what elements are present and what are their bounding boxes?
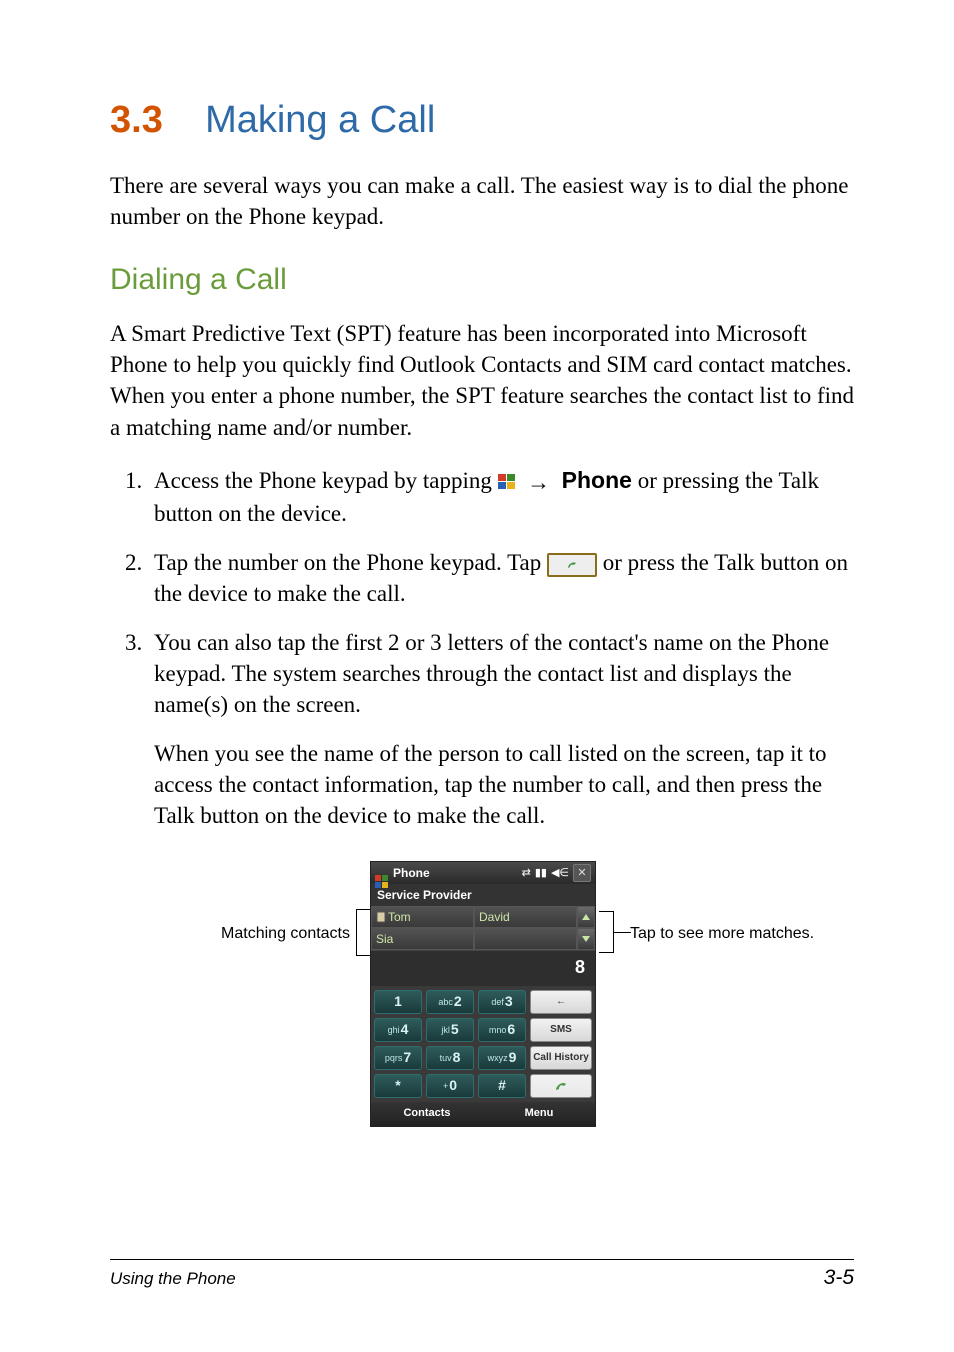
signal-icon: ▮▮ [535,866,547,881]
key-7[interactable]: pqrs7 [374,1046,422,1070]
scroll-up-button[interactable] [577,906,595,928]
key-1[interactable]: 1 [374,990,422,1014]
step-3: You can also tap the first 2 or 3 letter… [148,627,854,831]
key-2[interactable]: abc2 [426,990,474,1014]
key-9[interactable]: wxyz9 [478,1046,526,1070]
windows-start-icon [498,467,516,498]
subsection-intro: A Smart Predictive Text (SPT) feature ha… [110,318,854,442]
start-icon[interactable] [375,866,389,880]
footer-page-number: 3-5 [824,1264,854,1292]
step-1-pre: Access the Phone keypad by tapping [154,468,498,493]
key-3[interactable]: def3 [478,990,526,1014]
step-2: Tap the number on the Phone keypad. Tap … [148,547,854,609]
match-empty: . [474,928,577,950]
steps-list: Access the Phone keypad by tapping → Pho… [110,465,854,832]
softkey-contacts[interactable]: Contacts [371,1102,483,1126]
phone-app-title: Phone [393,865,518,881]
close-icon[interactable]: ✕ [573,864,591,882]
match-contact-1[interactable]: Tom [371,906,474,928]
footer-rule [110,1259,854,1260]
section-heading: 3.3 Making a Call [110,100,854,142]
phone-keypad: 1 abc2 def3 ← ghi4 jkl5 mno6 SMS pqrs7 t… [371,986,595,1102]
phone-figure: Matching contacts Tap to see more matche… [110,861,854,1201]
match-contact-3[interactable]: Sia [371,928,474,950]
section-title-text: Making a Call [205,99,435,141]
step-1: Access the Phone keypad by tapping → Pho… [148,465,854,529]
backspace-icon: ← [556,995,566,1009]
sim-contact-icon [376,911,386,923]
section-number: 3.3 [110,99,163,141]
page-footer: Using the Phone 3-5 [110,1259,854,1292]
key-4[interactable]: ghi4 [374,1018,422,1042]
footer-chapter: Using the Phone [110,1268,236,1291]
talk-button-icon [547,553,597,577]
softkey-bar: Contacts Menu [371,1102,595,1126]
callout-right-connector [599,911,614,953]
phone-menu-label: Phone [562,467,632,493]
callout-matching-contacts: Matching contacts [190,923,350,945]
match-2-name: David [479,909,510,925]
callout-left-connector [356,909,371,956]
step-3-text: You can also tap the first 2 or 3 letter… [154,630,829,717]
section-intro: There are several ways you can make a ca… [110,170,854,232]
phone-titlebar: Phone ⇄ ▮▮ ◀∈ ✕ [371,862,595,884]
call-icon [553,1079,569,1093]
arrow-icon: → [527,467,550,498]
key-5[interactable]: jkl5 [426,1018,474,1042]
softkey-menu[interactable]: Menu [483,1102,595,1126]
match-3-name: Sia [376,931,393,947]
subsection-heading: Dialing a Call [110,260,854,301]
callout-tap-more: Tap to see more matches. [630,923,850,945]
dialed-number: 8 [371,950,595,985]
match-1-name: Tom [388,909,411,925]
match-contact-2[interactable]: David [474,906,577,928]
key-hash[interactable]: # [478,1074,526,1098]
call-key[interactable] [530,1074,592,1098]
backspace-key[interactable]: ← [530,990,592,1014]
key-8[interactable]: tuv8 [426,1046,474,1070]
call-history-key[interactable]: Call History [530,1046,592,1070]
scroll-down-button[interactable] [577,928,595,950]
key-6[interactable]: mno6 [478,1018,526,1042]
key-0[interactable]: +0 [426,1074,474,1098]
service-provider-label: Service Provider [371,884,595,906]
phone-screenshot: Phone ⇄ ▮▮ ◀∈ ✕ Service Provider Tom Dav… [370,861,596,1126]
step-2-pre: Tap the number on the Phone keypad. Tap [154,550,547,575]
volume-icon: ◀∈ [551,866,569,881]
key-star[interactable]: * [374,1074,422,1098]
chevron-down-icon [581,935,591,943]
chevron-up-icon [581,913,591,921]
sms-key[interactable]: SMS [530,1018,592,1042]
connection-icon: ⇄ [522,866,531,881]
step-3b-text: When you see the name of the person to c… [154,738,854,831]
status-icons: ⇄ ▮▮ ◀∈ [522,866,569,881]
